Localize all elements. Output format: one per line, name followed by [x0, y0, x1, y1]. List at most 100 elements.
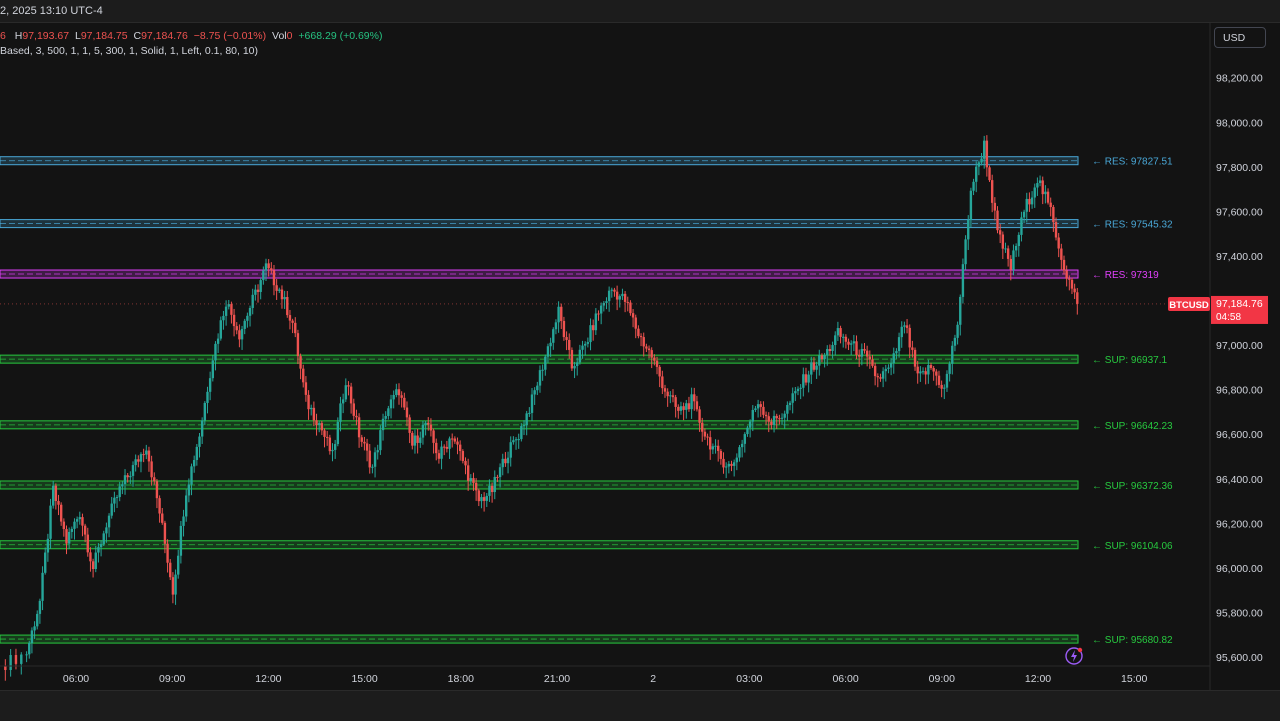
- candle-body: [445, 446, 449, 449]
- candle-body: [166, 543, 169, 563]
- candle-body: [91, 561, 95, 570]
- candle-body: [28, 643, 31, 655]
- candle-body: [294, 322, 297, 334]
- candle-body: [549, 342, 552, 347]
- candle-body: [517, 439, 520, 441]
- candle-body: [613, 289, 616, 292]
- candle-body: [977, 162, 981, 167]
- level-zone-0: [0, 156, 1079, 166]
- candle-body: [427, 422, 430, 425]
- candle-body: [373, 452, 377, 467]
- candle-body: [698, 409, 701, 423]
- candle-body: [46, 538, 50, 553]
- candle-body: [900, 326, 903, 338]
- candle-body: [1070, 279, 1074, 289]
- candle-body: [687, 403, 691, 410]
- candle-body: [73, 521, 76, 529]
- candle-body: [501, 458, 504, 468]
- candle-body: [360, 437, 363, 442]
- countdown-label: 04:58: [1216, 312, 1241, 323]
- candle-body: [1060, 248, 1063, 260]
- candle-body: [155, 481, 159, 499]
- candle-body: [333, 444, 337, 450]
- candle-body: [59, 504, 63, 522]
- candle-body: [70, 528, 74, 532]
- candle-body: [631, 313, 635, 318]
- candle-body: [278, 289, 281, 291]
- candle-body: [615, 291, 619, 300]
- candle-body: [666, 391, 669, 397]
- x-tick-label: 06:00: [63, 673, 89, 685]
- candle-body: [980, 158, 983, 163]
- bottom-bar: [0, 690, 1280, 721]
- candle-body: [9, 655, 12, 671]
- candle-body: [530, 394, 534, 413]
- candle-body: [97, 547, 100, 553]
- candle-body: [307, 394, 310, 410]
- level-zone-2: [0, 269, 1079, 279]
- candle-body: [576, 362, 579, 366]
- candle-body: [738, 447, 741, 458]
- candle-body: [759, 404, 762, 407]
- x-tick-label: 2: [650, 673, 656, 685]
- candle-body: [1009, 258, 1012, 270]
- candle-body: [371, 466, 374, 468]
- candle-body: [65, 529, 68, 544]
- candle-body: [216, 338, 220, 344]
- candle-body: [488, 485, 491, 496]
- candle-body: [570, 349, 574, 369]
- y-tick-label: 96,200.00: [1216, 518, 1263, 530]
- candle-body: [751, 409, 754, 422]
- candle-body: [163, 522, 167, 544]
- candle-body: [1068, 278, 1071, 280]
- candle-body: [844, 336, 848, 342]
- level-label-6: ← SUP: 96104.06: [1092, 541, 1173, 552]
- candle-body: [998, 230, 1002, 235]
- candle-body: [435, 442, 438, 454]
- candle-body: [408, 417, 411, 433]
- candle-body: [368, 450, 371, 468]
- candle-body: [323, 430, 326, 437]
- replay-icon[interactable]: [1064, 646, 1084, 666]
- candle-body: [1004, 248, 1007, 250]
- currency-button[interactable]: USD: [1214, 27, 1266, 48]
- candle-body: [214, 343, 217, 361]
- candle-body: [208, 378, 212, 392]
- candle-body: [642, 337, 645, 347]
- candle-body: [365, 443, 369, 451]
- x-tick-label: 21:00: [544, 673, 570, 685]
- candle-body: [528, 412, 531, 414]
- candle-body: [969, 190, 973, 220]
- candle-body: [871, 359, 874, 366]
- candle-body: [161, 513, 164, 523]
- candle-body: [310, 407, 313, 410]
- candle-body: [1012, 250, 1015, 270]
- candle-body: [605, 301, 608, 303]
- candle-body: [99, 544, 103, 548]
- candle-body: [924, 371, 927, 375]
- candle-body: [876, 376, 879, 378]
- candle-body: [802, 374, 805, 388]
- price-chart[interactable]: ← RES: 97827.51 ← RES: 97545.32 ← RES: 973…: [0, 0, 1280, 720]
- y-tick-label: 96,600.00: [1216, 429, 1263, 441]
- candle-body: [126, 475, 129, 478]
- candle-body: [724, 466, 728, 468]
- candle-body: [855, 341, 858, 355]
- candle-body: [424, 422, 427, 425]
- candle-body: [416, 435, 419, 443]
- candle-body: [464, 460, 467, 466]
- candle-body: [187, 484, 191, 496]
- candle-body: [730, 463, 733, 466]
- candle-body: [389, 399, 393, 409]
- candle-body: [496, 476, 499, 478]
- candle-body: [599, 305, 603, 314]
- candle-body: [770, 421, 773, 425]
- candle-body: [94, 552, 97, 570]
- candle-body: [714, 445, 717, 447]
- candle-body: [41, 572, 44, 601]
- candle-body: [826, 349, 829, 356]
- candle-body: [788, 402, 792, 406]
- candle-body: [33, 626, 36, 631]
- candle-body: [256, 289, 260, 292]
- candle-body: [363, 441, 366, 444]
